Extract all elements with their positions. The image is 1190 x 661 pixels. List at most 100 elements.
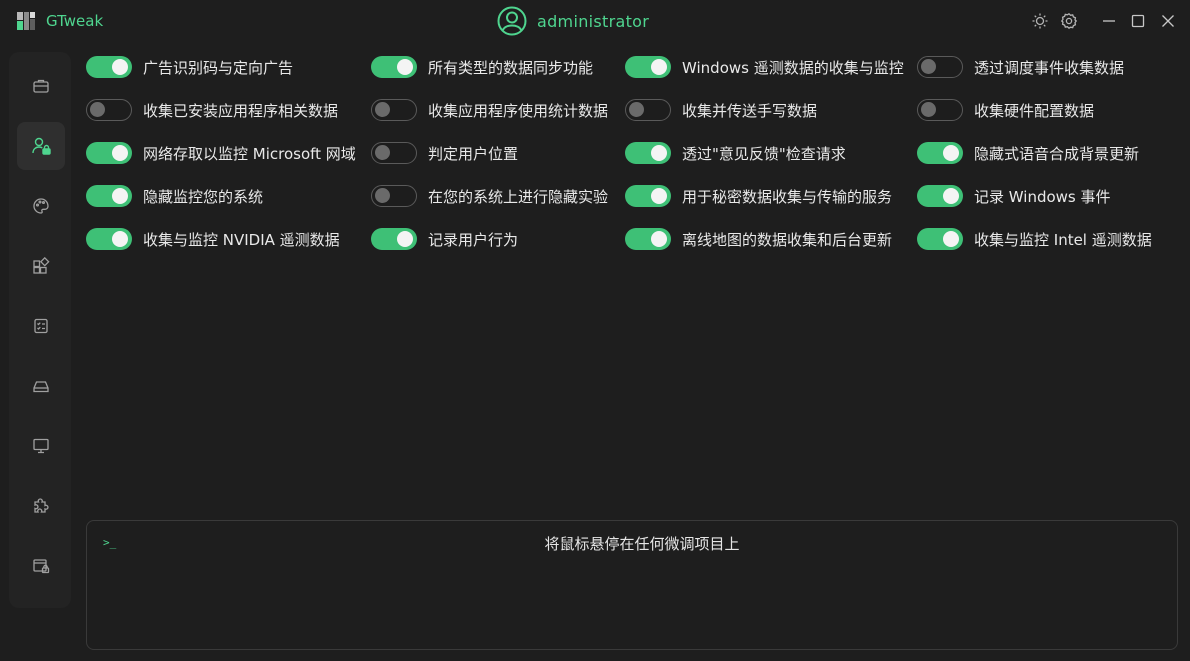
tweak-label: 判定用户位置 [428, 144, 519, 163]
minimize-button[interactable] [1098, 10, 1120, 32]
sidebar-item-services[interactable] [17, 302, 65, 350]
sidebar-item-storage[interactable] [17, 362, 65, 410]
tweak-item: 收集并传送手写数据 [625, 95, 817, 125]
tweak-item: 收集已安装应用程序相关数据 [86, 95, 338, 125]
toggle-switch[interactable] [86, 99, 132, 121]
drive-icon [33, 381, 49, 393]
toggle-knob [112, 145, 128, 161]
tweak-item: 收集应用程序使用统计数据 [371, 95, 608, 125]
sidebar-item-security[interactable] [17, 542, 65, 590]
description-text: 将鼠标悬停在任何微调项目上 [544, 535, 740, 553]
tweak-label: 离线地图的数据收集和后台更新 [682, 230, 893, 249]
theme-button[interactable] [1029, 10, 1051, 32]
toggle-switch[interactable] [917, 228, 963, 250]
tweak-item: Windows 遥测数据的收集与监控 [625, 52, 904, 82]
close-icon [1162, 15, 1174, 27]
tweak-label: 收集应用程序使用统计数据 [428, 101, 609, 120]
tweak-item: 收集硬件配置数据 [917, 95, 1094, 125]
toggle-switch[interactable] [371, 99, 417, 121]
tweak-item: 收集与监控 Intel 遥测数据 [917, 224, 1152, 254]
tweak-item: 用于秘密数据收集与传输的服务 [625, 181, 892, 211]
toggle-switch[interactable] [625, 185, 671, 207]
tweak-item: 在您的系统上进行隐藏实验 [371, 181, 608, 211]
toggle-switch[interactable] [371, 185, 417, 207]
close-button[interactable] [1157, 10, 1179, 32]
sidebar-item-privacy[interactable] [17, 122, 65, 170]
tweak-item: 隐藏式语音合成背景更新 [917, 138, 1139, 168]
tweak-label: 用于秘密数据收集与传输的服务 [682, 187, 893, 206]
tweak-label: 网络存取以监控 Microsoft 网域 [143, 144, 356, 163]
toggle-knob [397, 59, 413, 75]
sidebar-item-utilities[interactable] [17, 482, 65, 530]
window-lock-icon [33, 559, 50, 574]
toggle-switch[interactable] [371, 142, 417, 164]
tweak-label: 收集与监控 NVIDIA 遥测数据 [143, 230, 340, 249]
tweak-label: 收集与监控 Intel 遥测数据 [974, 230, 1152, 249]
user-lock-icon [32, 137, 51, 155]
toggle-knob [943, 188, 959, 204]
toggle-knob [629, 101, 644, 117]
toggle-switch[interactable] [86, 142, 132, 164]
user-avatar-icon [497, 6, 527, 36]
toggle-knob [90, 101, 105, 117]
toggle-switch[interactable] [86, 228, 132, 250]
toggle-switch[interactable] [917, 185, 963, 207]
tweak-label: 收集硬件配置数据 [974, 101, 1095, 120]
toggle-knob [943, 231, 959, 247]
sidebar-item-apps[interactable] [17, 242, 65, 290]
tweak-item: 透过调度事件收集数据 [917, 52, 1124, 82]
maximize-icon [1131, 14, 1145, 28]
checklist-icon [34, 318, 48, 334]
toggle-switch[interactable] [625, 56, 671, 78]
user-profile[interactable]: administrator [497, 6, 649, 36]
toggle-switch[interactable] [625, 142, 671, 164]
tweak-label: 隐藏式语音合成背景更新 [974, 144, 1140, 163]
sidebar [9, 52, 71, 608]
toggle-switch[interactable] [86, 56, 132, 78]
toggle-switch[interactable] [625, 99, 671, 121]
minimize-icon [1103, 20, 1115, 22]
tweak-label: 记录 Windows 事件 [974, 187, 1111, 206]
app-title: GTweak [46, 12, 104, 30]
maximize-button[interactable] [1127, 10, 1149, 32]
toggle-knob [375, 101, 390, 117]
tweak-item: 隐藏监控您的系统 [86, 181, 263, 211]
toggle-switch[interactable] [625, 228, 671, 250]
app-logo-icon [17, 12, 35, 30]
tweak-item: 判定用户位置 [371, 138, 518, 168]
toggle-switch[interactable] [917, 56, 963, 78]
toggle-switch[interactable] [917, 142, 963, 164]
toggle-switch[interactable] [917, 99, 963, 121]
toggle-switch[interactable] [86, 185, 132, 207]
tweak-label: 收集并传送手写数据 [682, 101, 818, 120]
tweak-item: 透过"意见反馈"检查请求 [625, 138, 846, 168]
tweak-item: 记录 Windows 事件 [917, 181, 1111, 211]
toggle-knob [112, 59, 128, 75]
tweak-item: 收集与监控 NVIDIA 遥测数据 [86, 224, 340, 254]
toggle-knob [397, 231, 413, 247]
toggle-switch[interactable] [371, 56, 417, 78]
tweak-item: 离线地图的数据收集和后台更新 [625, 224, 892, 254]
tweak-item: 网络存取以监控 Microsoft 网域 [86, 138, 356, 168]
monitor-icon [33, 438, 49, 454]
user-name: administrator [537, 11, 650, 31]
sidebar-item-personalization[interactable] [17, 182, 65, 230]
toggle-knob [651, 145, 667, 161]
tweak-label: 所有类型的数据同步功能 [428, 58, 594, 77]
puzzle-icon [34, 498, 49, 513]
tweak-label: 透过调度事件收集数据 [974, 58, 1125, 77]
toggle-knob [651, 59, 667, 75]
toggle-knob [943, 145, 959, 161]
tweak-label: Windows 遥测数据的收集与监控 [682, 58, 904, 77]
sidebar-item-system[interactable] [17, 422, 65, 470]
toggle-knob [651, 188, 667, 204]
toggle-knob [112, 188, 128, 204]
toggle-switch[interactable] [371, 228, 417, 250]
palette-icon [33, 198, 49, 214]
briefcase-icon [33, 79, 49, 93]
tweak-label: 在您的系统上进行隐藏实验 [428, 187, 609, 206]
toggle-knob [921, 58, 936, 74]
settings-button[interactable] [1058, 10, 1080, 32]
brightness-icon [1032, 13, 1048, 29]
sidebar-item-optimization[interactable] [17, 62, 65, 110]
